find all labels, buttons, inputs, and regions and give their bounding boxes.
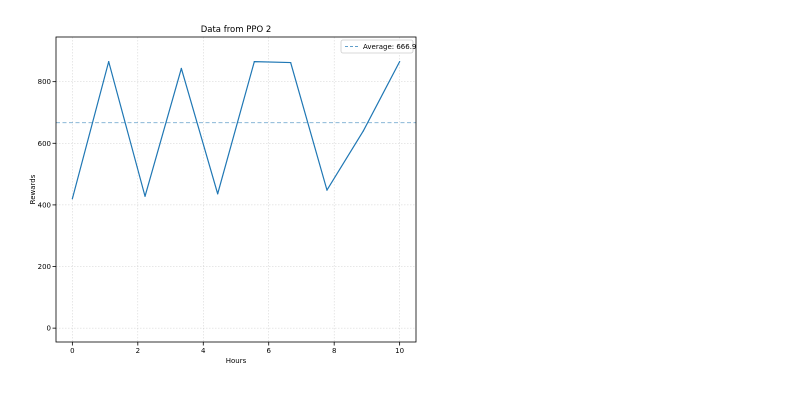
data-point [108,61,110,63]
data-point [362,130,364,132]
y-tick-label: 0 [47,325,51,333]
data-point [144,195,146,197]
y-tick-label: 200 [38,263,51,271]
y-tick-label: 600 [38,140,51,148]
x-ticks: 0 2 4 6 8 10 [70,342,404,355]
x-tick-label: 10 [395,347,404,355]
data-point [180,67,182,70]
x-tick-label: 4 [201,347,206,355]
data-point [326,189,328,191]
data-point [253,61,255,63]
data-point [399,61,401,63]
data-point [290,61,292,64]
x-tick-label: 8 [332,347,336,355]
legend: Average: 666.9 [340,39,416,54]
series-line [71,61,401,199]
chart-title: Data from PPO 2 [201,25,272,35]
chart: 0 2 4 6 8 10 0 200 400 600 800 Data from PPO 2 Ho… [0,0,798,400]
x-tick-label: 0 [70,347,74,355]
legend-label-average: Average: 666.9 [363,43,416,51]
x-axis-label: Hours [226,357,247,365]
x-tick-label: 6 [266,347,271,355]
data-point [217,193,219,195]
grid [56,37,416,342]
line-chart: 0 2 4 6 8 10 0 200 400 600 800 Data from PPO 2 Ho… [29,25,417,365]
y-tick-label: 400 [38,201,51,209]
y-ticks: 0 200 400 600 800 [38,78,56,333]
y-tick-label: 800 [38,78,51,86]
data-point [71,198,73,200]
x-tick-label: 2 [136,347,140,355]
y-axis-label: Rewards [29,174,37,204]
plot-frame [55,36,417,343]
